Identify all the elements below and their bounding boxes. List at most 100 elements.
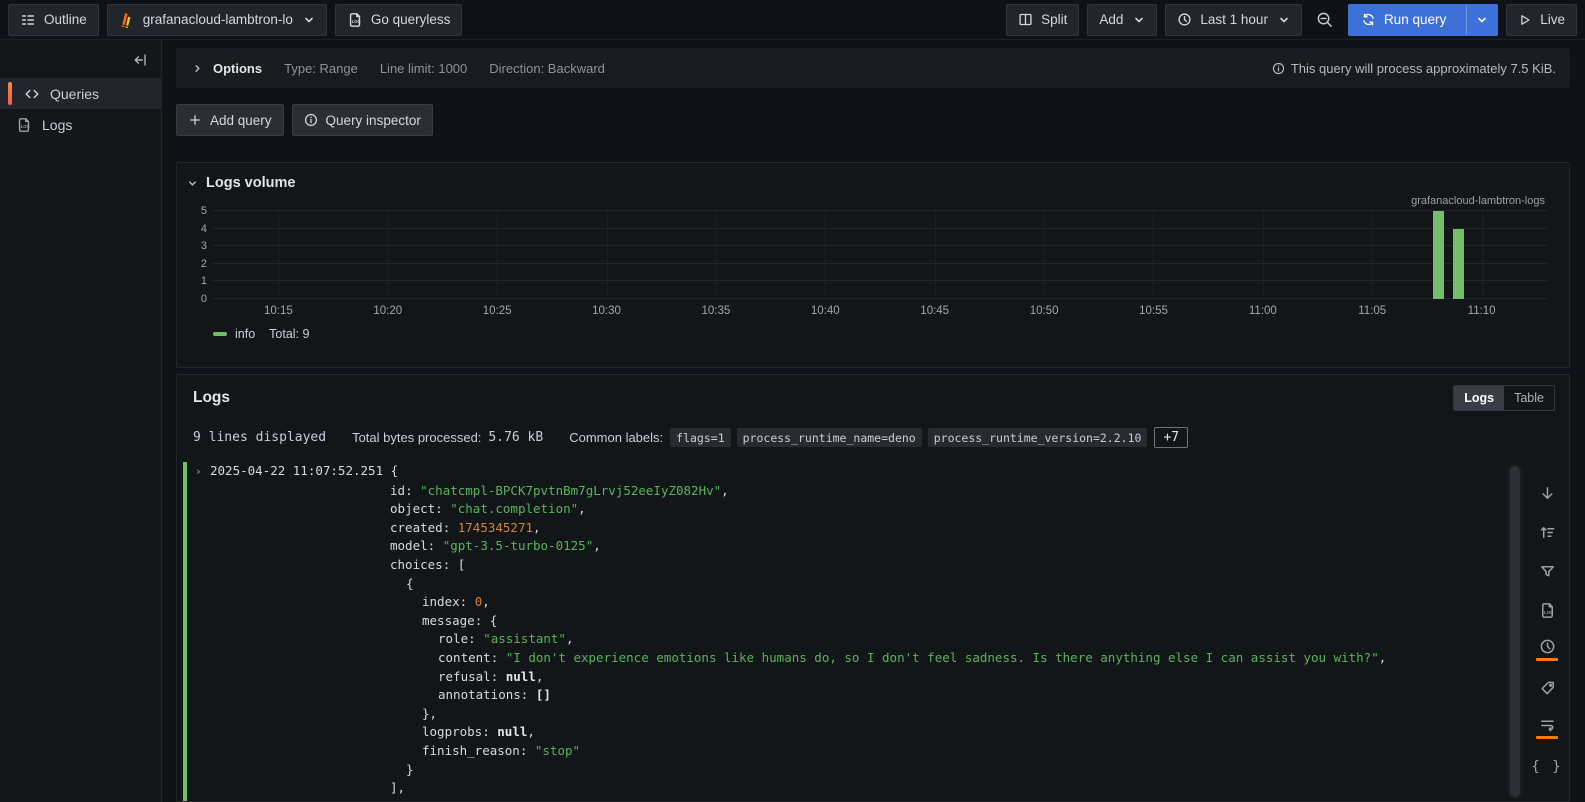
unique-labels-icon[interactable]: [1529, 669, 1565, 708]
active-indicator: [1536, 658, 1558, 661]
sidebar-item-queries[interactable]: Queries: [0, 78, 161, 109]
play-icon: [1518, 13, 1532, 27]
log-json-line: finish_reason: "stop": [195, 742, 1505, 761]
logs-volume-title: Logs volume: [206, 175, 295, 191]
toggle-table-view[interactable]: Table: [1504, 386, 1554, 410]
query-inspector-button[interactable]: Query inspector: [292, 104, 433, 136]
chevron-down-icon: [303, 14, 315, 26]
log-json-line: choices: [: [195, 556, 1505, 575]
split-columns-icon: [1018, 12, 1033, 27]
run-query-button[interactable]: Run query: [1348, 4, 1498, 36]
sidebar-item-logs[interactable]: LOG Logs: [0, 109, 161, 140]
expand-log-icon[interactable]: ›: [195, 463, 210, 482]
svg-text:LOG: LOG: [1544, 610, 1554, 615]
bytes-processed-value: 5.76 kB: [488, 430, 543, 445]
logs-scrollbar[interactable]: [1507, 464, 1523, 799]
filter-icon[interactable]: [1529, 552, 1565, 591]
chevron-down-icon: [1278, 14, 1290, 26]
chevron-down-icon: [187, 178, 198, 189]
scroll-to-bottom-icon[interactable]: [1529, 474, 1565, 513]
time-range-label: Last 1 hour: [1200, 12, 1268, 27]
log-volume-bar[interactable]: [1453, 229, 1464, 299]
log-volume-bar[interactable]: [1433, 211, 1444, 299]
run-query-label: Run query: [1384, 12, 1446, 27]
expand-options-icon[interactable]: [192, 63, 203, 74]
log-json-line: annotations: []: [195, 686, 1505, 705]
options-direction: Direction: Backward: [489, 61, 605, 76]
chevron-down-icon: [1133, 14, 1145, 26]
log-navigation-rail: LOG { }: [1525, 462, 1569, 801]
log-json-line: }: [195, 761, 1505, 780]
explore-sidebar: Queries LOG Logs: [0, 40, 162, 802]
time-range-picker[interactable]: Last 1 hour: [1165, 4, 1302, 36]
add-button[interactable]: Add: [1087, 4, 1157, 36]
log-json-line: },: [195, 705, 1505, 724]
logs-volume-panel: Logs volume grafanacloud-lambtron-logs 0…: [176, 162, 1570, 368]
plot-area[interactable]: [213, 211, 1547, 299]
log-json-body: id: "chatcmpl-BPCK7pvtnBm7gLrvj52eeIyZ08…: [195, 482, 1505, 798]
sync-icon: [1361, 12, 1376, 27]
prettify-json-icon[interactable]: { }: [1529, 747, 1565, 786]
outline-button[interactable]: Outline: [8, 4, 99, 36]
log-json-line: message: {: [195, 612, 1505, 631]
wrap-lines-icon[interactable]: [1529, 708, 1565, 747]
live-button[interactable]: Live: [1506, 4, 1577, 36]
x-axis-labels: 10:1510:2010:2510:3010:3510:4010:4510:50…: [213, 299, 1547, 323]
outline-icon: [20, 12, 36, 28]
run-query-caret[interactable]: [1466, 5, 1497, 35]
options-type: Type: Range: [284, 61, 358, 76]
log-json-line: content: "I don't experience emotions li…: [195, 649, 1505, 668]
log-row[interactable]: ›2025-04-22 11:07:52.251 { id: "chatcmpl…: [183, 462, 1505, 801]
log-json-line: object: "chat.completion",: [195, 500, 1505, 519]
explore-main: Options Type: Range Line limit: 1000 Dir…: [162, 40, 1585, 802]
chart-legend: info Total: 9: [213, 327, 1547, 341]
braces-glyph: { }: [1531, 759, 1562, 775]
active-indicator: [1536, 736, 1558, 739]
explore-toolbar: Outline grafanacloud-lambtron-lo: [0, 0, 1585, 40]
live-label: Live: [1540, 12, 1565, 27]
logs-volume-collapse[interactable]: Logs volume: [177, 171, 1569, 193]
common-labels-label: Common labels:: [569, 430, 663, 445]
zoom-out-icon: [1316, 11, 1333, 28]
datasource-picker[interactable]: grafanacloud-lambtron-lo: [107, 4, 327, 36]
log-json-line: role: "assistant",: [195, 630, 1505, 649]
collapse-sidebar-icon[interactable]: [133, 52, 149, 68]
log-file-icon: LOG: [16, 117, 32, 133]
log-json-line: created: 1745345271,: [195, 519, 1505, 538]
code-icon: [24, 86, 40, 102]
sort-logs-icon[interactable]: [1529, 513, 1565, 552]
go-queryless-button[interactable]: LOG Go queryless: [335, 4, 463, 36]
plus-icon: [188, 113, 202, 127]
query-inspector-label: Query inspector: [326, 113, 421, 128]
deduplication-icon[interactable]: LOG: [1529, 591, 1565, 630]
log-file-icon: LOG: [347, 12, 363, 28]
label-chip: flags=1: [670, 428, 730, 447]
show-more-labels-button[interactable]: +7: [1154, 427, 1188, 448]
series-label: grafanacloud-lambtron-logs: [187, 195, 1547, 211]
log-timestamp-line: ›2025-04-22 11:07:52.251 {: [195, 462, 1505, 482]
datasource-name: grafanacloud-lambtron-lo: [143, 12, 293, 27]
query-options-row[interactable]: Options Type: Range Line limit: 1000 Dir…: [176, 48, 1570, 88]
split-button[interactable]: Split: [1006, 4, 1079, 36]
add-query-button[interactable]: Add query: [176, 104, 284, 136]
log-json-line: id: "chatcmpl-BPCK7pvtnBm7gLrvj52eeIyZ08…: [195, 482, 1505, 501]
common-labels-chips: flags=1process_runtime_name=denoprocess_…: [670, 428, 1147, 447]
log-json-line: model: "gpt-3.5-turbo-0125",: [195, 537, 1505, 556]
legend-series-name[interactable]: info: [235, 327, 255, 341]
options-title: Options: [213, 61, 262, 76]
log-json-line: logprobs: null,: [195, 723, 1505, 742]
clock-icon: [1177, 12, 1192, 27]
outline-label: Outline: [44, 12, 87, 27]
zoom-out-button[interactable]: [1310, 4, 1340, 36]
logs-view-toggle: Logs Table: [1453, 385, 1555, 411]
label-chip: process_runtime_version=2.2.10: [928, 428, 1148, 447]
y-axis-labels: 012345: [187, 211, 213, 299]
logs-panel: Logs Logs Table 9 lines displayed Total …: [176, 374, 1570, 802]
toggle-logs-view[interactable]: Logs: [1454, 386, 1504, 410]
scrollbar-thumb[interactable]: [1510, 466, 1520, 797]
options-line-limit: Line limit: 1000: [380, 61, 467, 76]
show-time-icon[interactable]: [1529, 630, 1565, 669]
logs-volume-chart: grafanacloud-lambtron-logs 012345 10:151…: [187, 195, 1547, 341]
go-queryless-label: Go queryless: [371, 12, 451, 27]
loki-datasource-icon: [119, 12, 135, 28]
